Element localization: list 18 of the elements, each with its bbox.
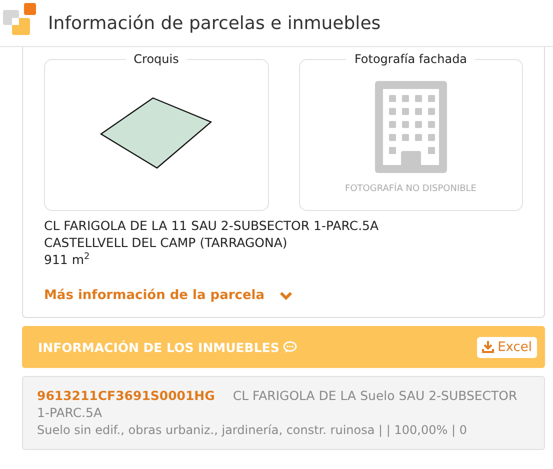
unavailable-message: FOTOGRAFÍA NO DISPONIBLE xyxy=(345,183,476,196)
logo-icon xyxy=(2,1,38,37)
address-line: CL FARIGOLA DE LA 11 SAU 2-SUBSECTOR 1-PARC.5A xyxy=(44,217,380,234)
property-summary: 9613211CF3691S0001HG CL FARIGOLA DE LA Suelo SAU 2-SUBSECTOR 1-PARC.5A xyxy=(37,387,518,421)
address-line: 911 m$^{2}$ xyxy=(44,251,91,268)
comment-icon xyxy=(283,341,298,353)
section-title: INFORMACIÓN DE LOS INMUEBLES xyxy=(38,340,280,354)
window-title: Información de parcelas e inmuebles xyxy=(48,12,381,34)
building-icon xyxy=(374,81,447,173)
property-details: Suelo sin edif., obras urbaniz., jardinería, constr. ruinosa | | 100,00% | 0 xyxy=(37,422,468,439)
chevron-icon xyxy=(278,290,293,300)
address-line: CASTELLVELL DEL CAMP (TARRAGONA) xyxy=(44,234,288,251)
download-icon xyxy=(482,341,494,353)
more-info-link[interactable]: Más información de la parcela xyxy=(44,274,293,307)
frame-title: Fotografía fachada xyxy=(346,51,476,67)
frame-title: Croquis xyxy=(126,51,187,67)
excel-button[interactable]: Excel xyxy=(476,336,537,358)
property-reference-link[interactable]: 9613211CF3691S0001HG xyxy=(37,388,215,403)
